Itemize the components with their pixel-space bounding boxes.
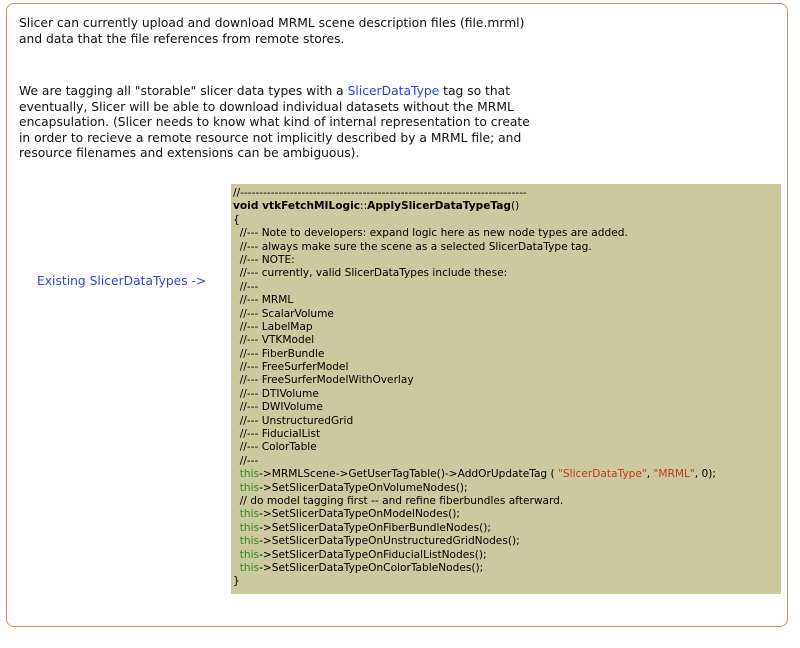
call-text: ->MRMLScene->GetUserTagTable()->AddOrUpd… (259, 468, 559, 481)
code-call: this->SetSlicerDataTypeOnColorTableNodes… (233, 562, 781, 575)
code-volume-call: this->SetSlicerDataTypeOnVolumeNodes(); (233, 482, 781, 495)
code-signature: void vtkFetchMILogic::ApplySlicerDataTyp… (233, 200, 781, 213)
intro-line-1: Slicer can currently upload and download… (19, 16, 525, 30)
code-comment: //--- VTKModel (233, 334, 315, 347)
tagging-prefix: We are tagging all "storable" slicer dat… (19, 84, 348, 98)
code-call: this->SetSlicerDataTypeOnModelNodes(); (233, 508, 781, 521)
tagging-line-2: eventually, Slicer will be able to downl… (19, 99, 514, 114)
code-comment: //--- ColorTable (233, 441, 317, 454)
intro-paragraph: Slicer can currently upload and download… (19, 16, 579, 47)
slicer-data-type-link[interactable]: SlicerDataType (348, 84, 440, 98)
call-text: ->SetSlicerDataTypeOnUnstructuredGridNod… (259, 535, 520, 548)
sig-void: void (233, 200, 263, 213)
this-keyword: this (239, 561, 260, 574)
call-text: ->SetSlicerDataTypeOnVolumeNodes(); (259, 481, 468, 494)
code-call: this->SetSlicerDataTypeOnUnstructuredGri… (233, 535, 781, 548)
this-keyword: this (239, 521, 260, 534)
code-comment: //--- (233, 454, 259, 467)
code-comment: //--- DWIVolume (233, 401, 323, 414)
code-comment: // do model tagging first -- and refine … (233, 494, 564, 507)
intro-line-2: and data that the file references from r… (19, 31, 345, 46)
string-literal: "SlicerDataType" (558, 468, 647, 481)
call-text: , 0); (694, 468, 716, 481)
existing-types-label: Existing SlicerDataTypes -> (37, 274, 207, 288)
code-comment: //--- (233, 280, 259, 293)
code-close-brace: } (233, 575, 240, 588)
content-panel: Slicer can currently upload and download… (6, 3, 788, 627)
code-comment: //--- LabelMap (233, 320, 313, 333)
this-keyword: this (239, 548, 260, 561)
code-comment: //--- MRML (233, 294, 294, 307)
this-keyword: this (239, 508, 260, 521)
code-comment: //--- NOTE: (233, 253, 295, 266)
code-comment: //--- ScalarVolume (233, 307, 334, 320)
code-separator: //--------------------------------------… (233, 187, 527, 199)
call-text: ->SetSlicerDataTypeOnFiberBundleNodes(); (259, 521, 491, 534)
sig-parens: () (511, 200, 520, 213)
code-comment: //--- FiberBundle (233, 347, 325, 360)
code-comment: //--- currently, valid SlicerDataTypes i… (233, 267, 508, 280)
sig-class: vtkFetchMILogic (262, 200, 360, 213)
string-literal: "MRML" (653, 468, 695, 481)
call-text: ->SetSlicerDataTypeOnFiducialListNodes()… (259, 548, 487, 561)
code-comment: //--- FiducialList (233, 428, 321, 441)
code-comment: //--- FreeSurferModelWithOverlay (233, 374, 414, 387)
code-comment: //--- Note to developers: expand logic h… (233, 227, 628, 240)
sig-method: ApplySlicerDataTypeTag (367, 200, 512, 213)
code-block: //--------------------------------------… (231, 184, 781, 594)
code-comment: //--- UnstructuredGrid (233, 414, 354, 427)
code-call: this->SetSlicerDataTypeOnFiberBundleNode… (233, 522, 781, 535)
tagging-line-4: in order to recieve a remote resource no… (19, 130, 522, 145)
code-comment: //--- always make sure the scene as a se… (233, 240, 592, 253)
this-keyword: this (239, 481, 260, 494)
call-text: ->SetSlicerDataTypeOnModelNodes(); (259, 508, 460, 521)
this-keyword: this (239, 535, 260, 548)
call-text: ->SetSlicerDataTypeOnColorTableNodes(); (259, 561, 484, 574)
code-add-tag-call: this->MRMLScene->GetUserTagTable()->AddO… (233, 468, 781, 481)
code-comment: //--- DTIVolume (233, 387, 319, 400)
tagging-paragraph: We are tagging all "storable" slicer dat… (19, 84, 579, 162)
tagging-line-5: resource filenames and extensions can be… (19, 146, 360, 160)
this-keyword: this (239, 468, 260, 481)
tagging-suffix: tag so that (439, 84, 511, 98)
code-open-brace: { (233, 213, 240, 226)
tagging-line-3: encapsulation. (Slicer needs to know wha… (19, 115, 530, 129)
code-call: this->SetSlicerDataTypeOnFiducialListNod… (233, 549, 781, 562)
code-comment: //--- FreeSurferModel (233, 361, 349, 374)
